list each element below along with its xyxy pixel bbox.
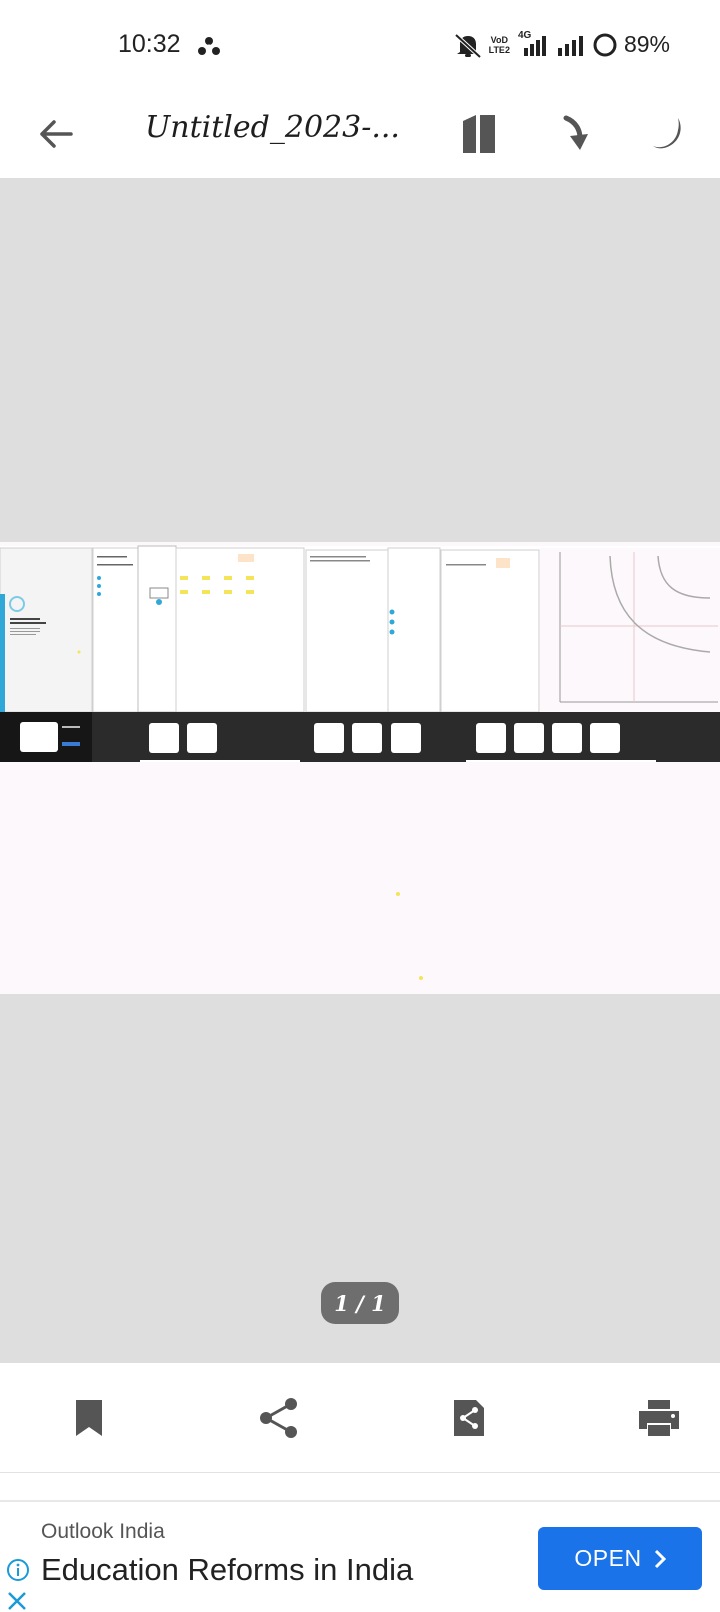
battery-icon [593, 33, 617, 56]
share-file-button[interactable] [438, 1387, 500, 1449]
share-button[interactable] [248, 1387, 310, 1449]
ad-info-icon[interactable] [6, 1558, 30, 1582]
back-button[interactable] [30, 108, 82, 160]
document-viewer[interactable]: 1 / 1 [0, 178, 720, 1363]
go-to-page-icon [563, 115, 588, 150]
ad-open-button[interactable]: OPEN [538, 1527, 702, 1590]
ad-open-label: OPEN [574, 1545, 642, 1571]
ad-close-icon[interactable] [6, 1590, 28, 1612]
page-content [0, 545, 720, 980]
signal-icon [557, 35, 583, 56]
signal-4g-icon: 4G [516, 30, 550, 58]
night-mode-icon [653, 118, 681, 149]
status-bar: 10:32 VoD LTE2 4G 89% [0, 0, 720, 90]
status-icons: VoD LTE2 4G 89% [453, 30, 670, 58]
mute-icon [454, 33, 481, 58]
volte-label: VoD [490, 34, 508, 45]
page-indicator: 1 / 1 [321, 1282, 399, 1324]
battery-level: 89% [623, 31, 670, 57]
print-icon [639, 1400, 679, 1436]
share-file-icon [454, 1400, 484, 1436]
document-title: Untitled_2023-... [145, 110, 400, 145]
bookmark-icon [76, 1400, 102, 1436]
chevron-right-icon [654, 1549, 666, 1568]
volte-indicator: VoD LTE2 [489, 35, 510, 55]
go-to-page-button[interactable] [548, 106, 604, 162]
night-mode-button[interactable] [642, 106, 698, 162]
pdf-page[interactable] [0, 542, 720, 994]
ad-headline[interactable]: Education Reforms in India [41, 1552, 413, 1588]
bottom-toolbar [0, 1363, 720, 1473]
print-button[interactable] [628, 1387, 690, 1449]
ad-source: Outlook India [41, 1520, 165, 1543]
bookmark-button[interactable] [58, 1387, 120, 1449]
app-notification-icon [198, 37, 220, 55]
volte-sim-label: LTE2 [488, 44, 510, 55]
reading-mode-button[interactable] [451, 106, 507, 162]
ad-banner[interactable]: Outlook India Education Reforms in India… [0, 1500, 720, 1612]
back-arrow-icon [40, 120, 73, 148]
reading-mode-icon [463, 115, 495, 153]
status-time: 10:32 [118, 30, 181, 58]
share-icon [260, 1398, 297, 1438]
app-bar: Untitled_2023-... [0, 90, 720, 178]
